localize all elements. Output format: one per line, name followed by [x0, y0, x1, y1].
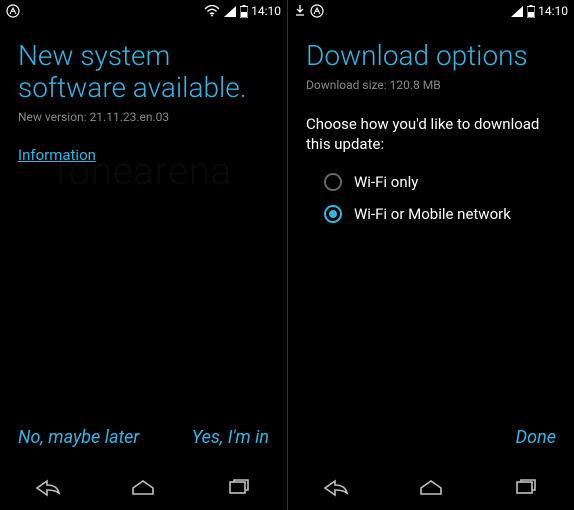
home-button[interactable] — [416, 473, 446, 503]
status-bar: 14:10 — [288, 0, 574, 22]
prompt-text: Choose how you'd like to download this u… — [306, 114, 556, 155]
yes-button[interactable]: Yes, I'm in — [188, 421, 273, 454]
radio-icon — [324, 173, 342, 191]
download-size: 120.8 MB — [390, 78, 441, 92]
recent-button[interactable] — [224, 473, 254, 503]
content-area: fonearena New system software available.… — [0, 22, 287, 418]
signal-icon — [223, 5, 237, 17]
information-link[interactable]: Information — [18, 146, 269, 164]
page-title: New system software available. — [18, 40, 269, 104]
back-button[interactable] — [321, 473, 351, 503]
done-button[interactable]: Done — [512, 421, 560, 454]
download-icon — [294, 4, 306, 18]
status-time: 14:10 — [251, 4, 281, 18]
home-button[interactable] — [128, 473, 158, 503]
radio-label: Wi-Fi only — [354, 173, 418, 191]
button-bar: Done — [288, 418, 574, 466]
motorola-icon — [6, 4, 20, 18]
radio-label: Wi-Fi or Mobile network — [354, 205, 511, 223]
nav-bar — [0, 466, 287, 510]
back-button[interactable] — [33, 473, 63, 503]
radio-group: Wi-Fi only Wi-Fi or Mobile network — [306, 173, 556, 223]
status-time: 14:10 — [538, 4, 568, 18]
page-title: Download options — [306, 40, 556, 72]
radio-wifi-only[interactable]: Wi-Fi only — [324, 173, 556, 191]
radio-wifi-or-mobile[interactable]: Wi-Fi or Mobile network — [324, 205, 556, 223]
content-area: Download options Download size: 120.8 MB… — [288, 22, 574, 418]
battery-icon — [527, 5, 535, 18]
motorola-icon — [310, 4, 324, 18]
status-bar: 14:10 — [0, 0, 287, 22]
screen-update-available: 14:10 fonearena New system software avai… — [0, 0, 287, 510]
version-line: New version: 21.11.23.en.03 — [18, 110, 269, 124]
version-number: 21.11.23.en.03 — [90, 110, 170, 124]
button-bar: No, maybe later Yes, I'm in — [0, 418, 287, 466]
screen-download-options: 14:10 Download options Download size: 12… — [287, 0, 574, 510]
no-button[interactable]: No, maybe later — [14, 421, 143, 454]
size-line: Download size: 120.8 MB — [306, 78, 556, 92]
radio-icon — [324, 205, 342, 223]
recent-button[interactable] — [511, 473, 541, 503]
nav-bar — [288, 466, 574, 510]
signal-icon — [510, 5, 524, 17]
battery-icon — [240, 5, 248, 18]
wifi-icon — [204, 5, 220, 17]
